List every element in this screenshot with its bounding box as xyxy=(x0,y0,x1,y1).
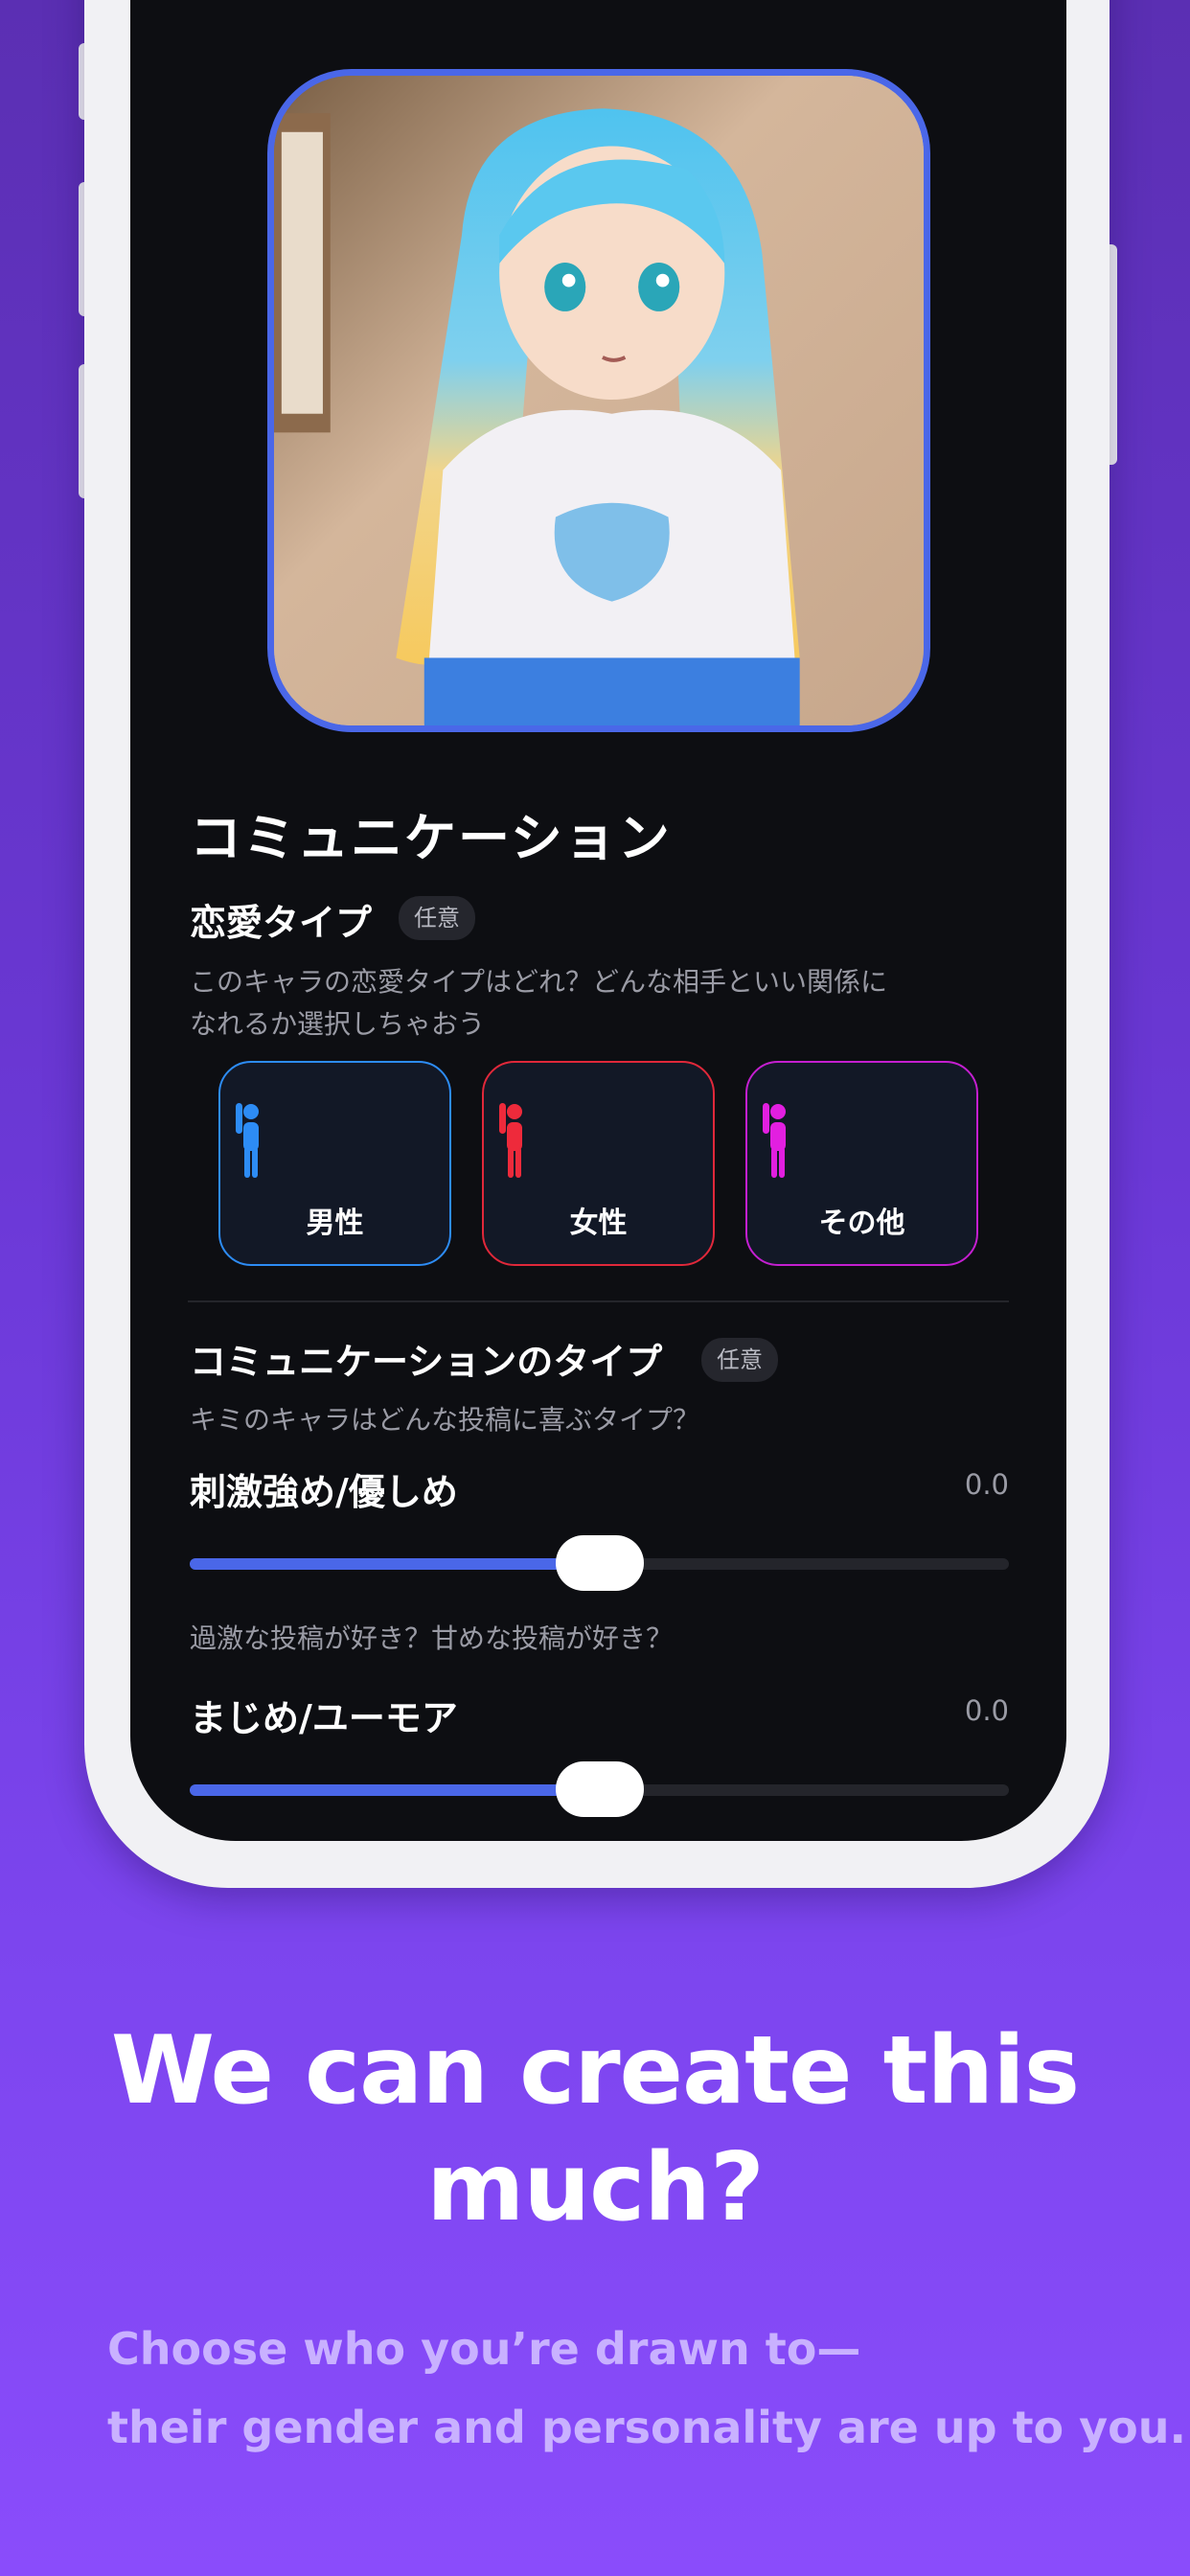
gender-option-label: 男性 xyxy=(306,1207,364,1240)
promo-headline: We can create this much? xyxy=(110,2016,1080,2242)
phone-screen: コミュニケーション 恋愛タイプ 任意 このキャラの恋愛タイプはどれ？どんな相手と… xyxy=(130,0,1066,1841)
section-divider xyxy=(188,1300,1009,1302)
love-type-description: このキャラの恋愛タイプはどれ？どんな相手といい関係に なれるか選択しちゃおう xyxy=(190,966,888,1040)
slider-fill xyxy=(190,1558,600,1570)
humor-slider[interactable] xyxy=(190,1761,1009,1817)
gender-option-male[interactable]: 男性 xyxy=(218,1061,451,1266)
slider-knob[interactable] xyxy=(555,1761,644,1817)
intensity-slider[interactable] xyxy=(190,1535,1009,1591)
gender-option-label: 女性 xyxy=(569,1207,628,1240)
character-avatar[interactable] xyxy=(267,69,930,732)
slider-value-humor: 0.0 xyxy=(964,1694,1009,1727)
optional-badge: 任意 xyxy=(701,1338,778,1382)
person-raising-hand-icon xyxy=(236,1103,259,1178)
slider-knob[interactable] xyxy=(555,1535,644,1591)
slider-hint: 過激な投稿が好き？甘めな投稿が好き？ xyxy=(190,1622,674,1654)
slider-label-humor: まじめ/ユーモア xyxy=(190,1697,458,1739)
gender-option-other[interactable]: その他 xyxy=(745,1061,978,1266)
communication-type-label: コミュニケーションのタイプ xyxy=(190,1341,663,1383)
gender-option-label: その他 xyxy=(818,1207,905,1240)
person-raising-hand-icon xyxy=(763,1103,786,1178)
person-raising-hand-icon xyxy=(499,1103,522,1178)
communication-type-description: キミのキャラはどんな投稿に喜ぶタイプ？ xyxy=(190,1404,700,1436)
slider-label-intensity: 刺激強め/優しめ xyxy=(190,1471,458,1513)
section-title: コミュニケーション xyxy=(190,808,672,868)
slider-fill xyxy=(190,1784,600,1796)
slider-value-intensity: 0.0 xyxy=(964,1468,1009,1501)
character-illustration xyxy=(274,76,924,725)
love-type-label: 恋愛タイプ xyxy=(190,902,373,944)
promo-caption: Choose who you’re drawn to— their gender… xyxy=(107,2323,1186,2453)
gender-option-female[interactable]: 女性 xyxy=(482,1061,715,1266)
optional-badge: 任意 xyxy=(399,896,475,940)
